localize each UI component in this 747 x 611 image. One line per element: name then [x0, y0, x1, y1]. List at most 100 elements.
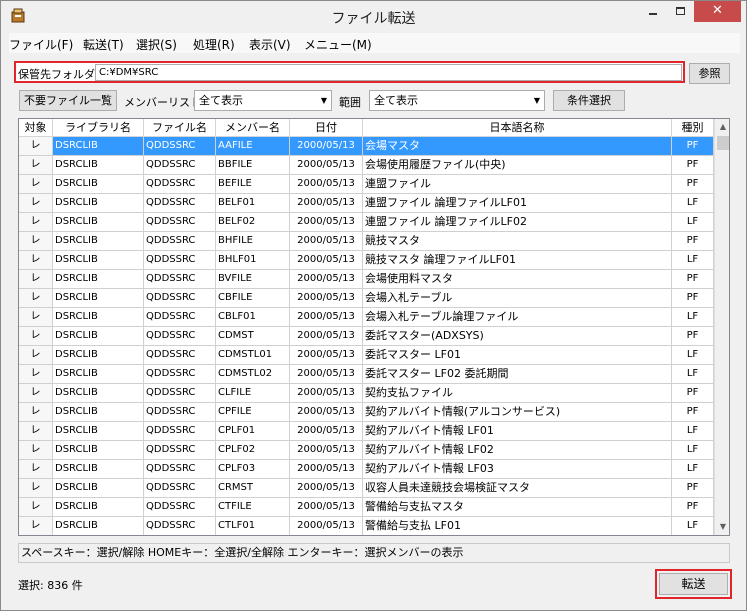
- browse-button[interactable]: 参照: [689, 63, 730, 84]
- member-cell: CLFILE: [216, 384, 290, 403]
- member-cell: CDMSTL02: [216, 365, 290, 384]
- library-cell: DSRCLIB: [53, 270, 144, 289]
- member-cell: BELF01: [216, 194, 290, 213]
- row-checkbox[interactable]: レ: [19, 156, 53, 175]
- row-checkbox[interactable]: レ: [19, 213, 53, 232]
- library-cell: DSRCLIB: [53, 365, 144, 384]
- table-row[interactable]: レ DSRCLIB QDDSSRC BHLF01 2000/05/13 競技マスタ 論理フ…: [19, 251, 714, 270]
- range-select[interactable]: 全て表示 ▼: [369, 90, 545, 111]
- file-cell: QDDSSRC: [144, 441, 216, 460]
- column-header-japanese-name[interactable]: 日本語名称: [363, 119, 672, 137]
- scroll-thumb[interactable]: [717, 136, 729, 150]
- row-checkbox[interactable]: レ: [19, 270, 53, 289]
- type-cell: PF: [672, 384, 714, 403]
- table-row[interactable]: レ DSRCLIB QDDSSRC BELF01 2000/05/13 連盟ファイル 論理…: [19, 194, 714, 213]
- folder-path-input[interactable]: [95, 64, 682, 81]
- row-checkbox[interactable]: レ: [19, 422, 53, 441]
- column-header-target[interactable]: 対象: [19, 119, 53, 137]
- row-checkbox[interactable]: レ: [19, 194, 53, 213]
- member-cell: CPLF01: [216, 422, 290, 441]
- japanese-name-cell: 契約アルバイト情報 LF03: [363, 460, 672, 479]
- column-header-type[interactable]: 種別: [672, 119, 714, 137]
- date-cell: 2000/05/13: [290, 156, 363, 175]
- column-header-library[interactable]: ライブラリ名: [53, 119, 144, 137]
- row-checkbox[interactable]: レ: [19, 517, 53, 535]
- date-cell: 2000/05/13: [290, 251, 363, 270]
- menu-menu[interactable]: メニュー(M): [304, 36, 372, 53]
- table-row[interactable]: レ DSRCLIB QDDSSRC BEFILE 2000/05/13 連盟ファイル PF: [19, 175, 714, 194]
- menu-process[interactable]: 処理(R): [193, 36, 235, 53]
- row-checkbox[interactable]: レ: [19, 441, 53, 460]
- menu-file[interactable]: ファイル(F): [9, 36, 73, 53]
- row-checkbox[interactable]: レ: [19, 251, 53, 270]
- row-checkbox[interactable]: レ: [19, 232, 53, 251]
- table-row[interactable]: レ DSRCLIB QDDSSRC CTLF01 2000/05/13 警備給与支払 LF…: [19, 517, 714, 535]
- close-button[interactable]: ✕: [694, 1, 741, 22]
- type-cell: LF: [672, 346, 714, 365]
- row-checkbox[interactable]: レ: [19, 175, 53, 194]
- scroll-down-icon[interactable]: ▼: [715, 519, 729, 535]
- unneeded-files-button[interactable]: 不要ファイル一覧: [19, 90, 117, 111]
- column-header-file[interactable]: ファイル名: [144, 119, 216, 137]
- row-checkbox[interactable]: レ: [19, 308, 53, 327]
- date-cell: 2000/05/13: [290, 365, 363, 384]
- column-header-date[interactable]: 日付: [290, 119, 363, 137]
- member-list-select[interactable]: 全て表示 ▼: [194, 90, 332, 111]
- scroll-up-icon[interactable]: ▲: [715, 119, 729, 135]
- table-row[interactable]: レ DSRCLIB QDDSSRC CLFILE 2000/05/13 契約支払ファイル P…: [19, 384, 714, 403]
- row-checkbox[interactable]: レ: [19, 460, 53, 479]
- selection-count: 選択: 836 件: [18, 579, 83, 592]
- japanese-name-cell: 会場入札テーブル: [363, 289, 672, 308]
- menu-view[interactable]: 表示(V): [249, 36, 291, 53]
- library-cell: DSRCLIB: [53, 251, 144, 270]
- japanese-name-cell: 連盟ファイル: [363, 175, 672, 194]
- vertical-scrollbar[interactable]: ▲ ▼: [714, 119, 729, 535]
- table-row[interactable]: レ DSRCLIB QDDSSRC CPLF02 2000/05/13 契約アルバイト情報…: [19, 441, 714, 460]
- row-checkbox[interactable]: レ: [19, 498, 53, 517]
- type-cell: LF: [672, 422, 714, 441]
- menu-transfer[interactable]: 転送(T): [83, 36, 124, 53]
- keyboard-hint-bar: スペースキー：選択/解除 HOMEキー：全選択/全解除 エンターキー：選択メンバ…: [18, 543, 730, 563]
- menu-select[interactable]: 選択(S): [136, 36, 177, 53]
- table-row[interactable]: レ DSRCLIB QDDSSRC CPLF01 2000/05/13 契約アルバイト情報…: [19, 422, 714, 441]
- table-row[interactable]: レ DSRCLIB QDDSSRC CDMST 2000/05/13 委託マスター(ADX…: [19, 327, 714, 346]
- condition-select-button[interactable]: 条件選択: [553, 90, 625, 111]
- table-row[interactable]: レ DSRCLIB QDDSSRC CRMST 2000/05/13 収容人員未達競技会場…: [19, 479, 714, 498]
- library-cell: DSRCLIB: [53, 422, 144, 441]
- row-checkbox[interactable]: レ: [19, 137, 53, 156]
- column-header-member[interactable]: メンバー名: [216, 119, 290, 137]
- member-cell: CPFILE: [216, 403, 290, 422]
- library-cell: DSRCLIB: [53, 441, 144, 460]
- table-row[interactable]: レ DSRCLIB QDDSSRC CDMSTL02 2000/05/13 委託マスター …: [19, 365, 714, 384]
- table-row[interactable]: レ DSRCLIB QDDSSRC CPFILE 2000/05/13 契約アルバイト情報…: [19, 403, 714, 422]
- table-row[interactable]: レ DSRCLIB QDDSSRC CBFILE 2000/05/13 会場入札テーブル P…: [19, 289, 714, 308]
- file-cell: QDDSSRC: [144, 289, 216, 308]
- table-row[interactable]: レ DSRCLIB QDDSSRC AAFILE 2000/05/13 会場マスタ PF: [19, 137, 714, 156]
- row-checkbox[interactable]: レ: [19, 403, 53, 422]
- japanese-name-cell: 競技マスタ 論理ファイルLF01: [363, 251, 672, 270]
- table-row[interactable]: レ DSRCLIB QDDSSRC BVFILE 2000/05/13 会場使用料マスタ P…: [19, 270, 714, 289]
- row-checkbox[interactable]: レ: [19, 289, 53, 308]
- table-row[interactable]: レ DSRCLIB QDDSSRC CDMSTL01 2000/05/13 委託マスター …: [19, 346, 714, 365]
- table-row[interactable]: レ DSRCLIB QDDSSRC BBFILE 2000/05/13 会場使用履歴ファイ…: [19, 156, 714, 175]
- window-title: ファイル転送: [331, 11, 416, 27]
- minimize-button[interactable]: [639, 1, 667, 22]
- transfer-button[interactable]: 転送: [659, 573, 728, 595]
- table-row[interactable]: レ DSRCLIB QDDSSRC BELF02 2000/05/13 連盟ファイル 論理…: [19, 213, 714, 232]
- row-checkbox[interactable]: レ: [19, 479, 53, 498]
- maximize-button[interactable]: [667, 1, 694, 22]
- row-checkbox[interactable]: レ: [19, 346, 53, 365]
- japanese-name-cell: 契約アルバイト情報(アルコンサービス): [363, 403, 672, 422]
- table-row[interactable]: レ DSRCLIB QDDSSRC CTFILE 2000/05/13 警備給与支払マスタ…: [19, 498, 714, 517]
- row-checkbox[interactable]: レ: [19, 384, 53, 403]
- library-cell: DSRCLIB: [53, 346, 144, 365]
- file-grid: 対象 ライブラリ名 ファイル名 メンバー名 日付 日本語名称 種別 レ DSRCL…: [18, 118, 730, 536]
- row-checkbox[interactable]: レ: [19, 365, 53, 384]
- library-cell: DSRCLIB: [53, 175, 144, 194]
- japanese-name-cell: 委託マスター LF01: [363, 346, 672, 365]
- table-row[interactable]: レ DSRCLIB QDDSSRC BHFILE 2000/05/13 競技マスタ PF: [19, 232, 714, 251]
- table-row[interactable]: レ DSRCLIB QDDSSRC CBLF01 2000/05/13 会場入札テーブル論…: [19, 308, 714, 327]
- table-row[interactable]: レ DSRCLIB QDDSSRC CPLF03 2000/05/13 契約アルバイト情報…: [19, 460, 714, 479]
- row-checkbox[interactable]: レ: [19, 327, 53, 346]
- close-icon: ✕: [712, 3, 723, 18]
